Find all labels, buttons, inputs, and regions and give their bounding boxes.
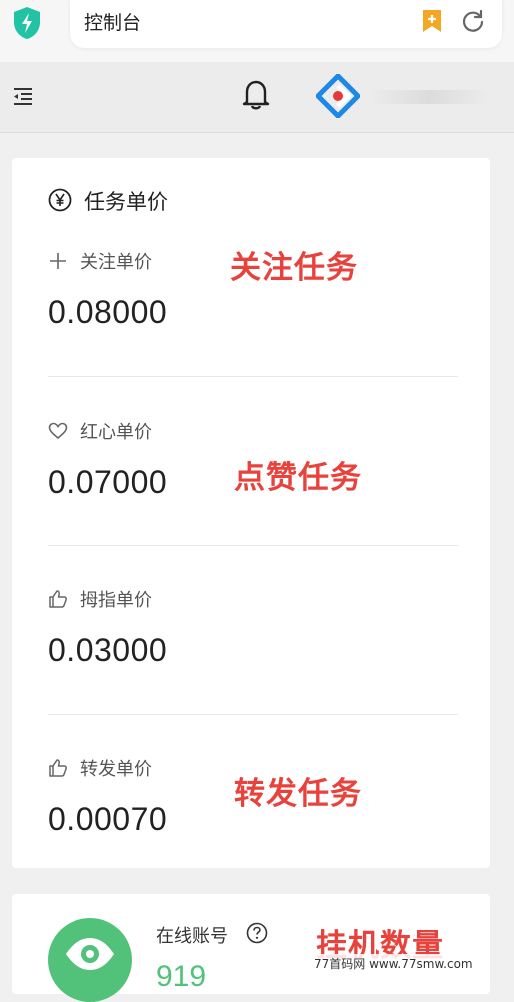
divider bbox=[48, 714, 458, 715]
refresh-icon[interactable] bbox=[460, 8, 486, 34]
annotation-repost-task: 转发任务 bbox=[234, 776, 362, 812]
blurred-username bbox=[370, 90, 490, 104]
thumb-up-icon bbox=[49, 590, 67, 608]
watermark: 77首码网 www.77smw.com bbox=[310, 954, 477, 973]
question-circle-icon[interactable] bbox=[246, 922, 268, 944]
price-value: 0.08000 bbox=[48, 294, 168, 330]
annotation-follow-task: 关注任务 bbox=[230, 250, 358, 286]
divider bbox=[48, 376, 458, 377]
thumb-up-icon bbox=[49, 759, 67, 777]
annotation-like-task: 点赞任务 bbox=[234, 460, 362, 496]
bell-icon[interactable] bbox=[242, 78, 270, 110]
browser-bar: 控制台 bbox=[0, 0, 514, 62]
divider bbox=[48, 545, 458, 546]
eye-badge bbox=[48, 918, 132, 1002]
online-accounts-card: 在线账号 919 挂机数量 bbox=[12, 894, 490, 1002]
address-bar[interactable]: 控制台 bbox=[70, 0, 502, 48]
online-accounts-label: 在线账号 bbox=[156, 926, 228, 947]
bookmark-icon[interactable] bbox=[420, 8, 444, 34]
menu-fold-icon[interactable] bbox=[12, 86, 34, 106]
task-price-card: 任务单价 关注单价 0.08000 关注任务 红心单价 0.07000 点赞任务 bbox=[12, 158, 490, 868]
price-label: 拇指单价 bbox=[80, 590, 152, 611]
app-logo-icon bbox=[316, 74, 360, 118]
yen-icon bbox=[48, 188, 72, 212]
card-title: 任务单价 bbox=[84, 190, 168, 214]
shield-icon[interactable] bbox=[12, 6, 42, 40]
price-label: 转发单价 bbox=[80, 759, 152, 780]
price-label: 关注单价 bbox=[80, 252, 152, 273]
price-label: 红心单价 bbox=[80, 422, 152, 443]
online-accounts-count: 919 bbox=[156, 960, 207, 993]
price-item-thumb: 拇指单价 0.03000 bbox=[48, 586, 458, 669]
heart-icon bbox=[48, 422, 68, 440]
app-header bbox=[0, 62, 514, 133]
eye-icon bbox=[66, 938, 114, 970]
address-text: 控制台 bbox=[84, 12, 142, 34]
plus-icon bbox=[50, 253, 66, 269]
price-value: 0.03000 bbox=[48, 632, 168, 668]
